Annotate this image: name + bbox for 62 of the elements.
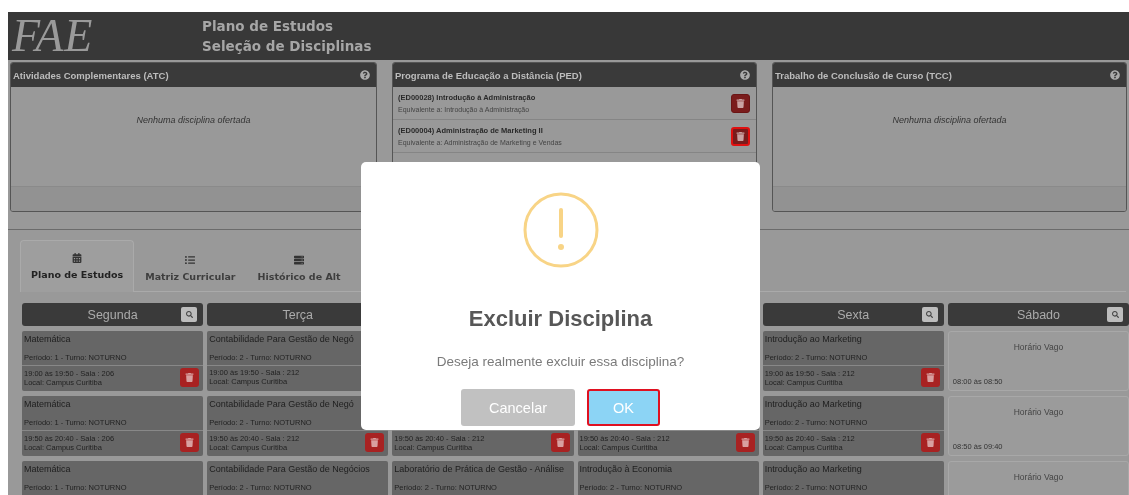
trash-icon: [736, 98, 745, 108]
dialog-title: Excluir Disciplina: [468, 306, 653, 332]
list-icon: [185, 255, 196, 265]
help-icon[interactable]: [740, 70, 750, 80]
course-title: Introdução ao Marketing: [764, 334, 863, 344]
search-button[interactable]: [181, 307, 198, 322]
page-subtitle: Seleção de Disciplinas: [202, 37, 372, 56]
delete-button[interactable]: [180, 433, 200, 452]
day-name: Sábado: [1016, 307, 1060, 322]
search-icon: [1111, 311, 1119, 318]
panel-title: Programa de Educação a Distância (PED): [395, 69, 582, 81]
trash-icon: [925, 438, 935, 447]
day-name: Segunda: [87, 307, 138, 322]
day-name: Terça: [282, 307, 314, 322]
delete-button[interactable]: [550, 433, 570, 452]
trash-icon: [736, 131, 745, 141]
course-title: Matemática: [24, 399, 72, 409]
delete-button[interactable]: [920, 368, 940, 387]
delete-button[interactable]: [365, 433, 385, 452]
panel-title: Atividades Complementares (ATC): [13, 69, 169, 81]
trash-icon: [185, 373, 195, 382]
course-title: Laboratório de Prática de Gestão - Análise: [394, 464, 565, 474]
free-slot-label: Horário Vago: [1012, 472, 1065, 483]
delete-button[interactable]: [731, 126, 750, 146]
free-slot-label: Horário Vago: [1012, 342, 1065, 353]
tab[interactable]: Histórico de Alt: [246, 245, 352, 291]
free-slot-label: Horário Vago: [1012, 407, 1065, 418]
course-title: Contabilidade Para Gestão de Negócios: [209, 464, 371, 474]
panel-title: Trabalho de Conclusão de Curso (TCC): [775, 69, 952, 81]
course-title: Introdução ao Marketing: [764, 399, 863, 409]
course-title: Introdução à Economia: [579, 464, 674, 474]
delete-button[interactable]: [731, 93, 750, 113]
trash-icon: [925, 373, 935, 382]
trash-icon: [555, 438, 565, 447]
dialog-message: Deseja realmente excluir essa disciplina?: [436, 354, 685, 369]
trash-icon: [370, 438, 380, 447]
course-title: Matemática: [24, 334, 72, 344]
help-icon[interactable]: [1110, 70, 1120, 80]
tab[interactable]: Matriz Curricular: [134, 245, 247, 291]
trash-icon: [740, 438, 750, 447]
stacked-bars-icon: [294, 255, 305, 265]
warning-icon: [522, 192, 599, 268]
tab[interactable]: Plano de Estudos: [20, 240, 135, 292]
search-icon: [185, 311, 193, 318]
delete-button[interactable]: [920, 433, 940, 452]
help-icon[interactable]: [360, 70, 370, 80]
page-title: Plano de Estudos: [202, 17, 335, 36]
course-title: Introdução ao Marketing: [764, 464, 863, 474]
search-button[interactable]: [1107, 307, 1124, 322]
course-title: Contabilidade Para Gestão de Negó: [209, 334, 355, 344]
calendar-icon: [72, 253, 83, 263]
delete-button[interactable]: [180, 368, 200, 387]
day-name: Sexta: [837, 307, 870, 322]
empty-message: Nenhuma disciplina ofertada: [135, 115, 252, 125]
delete-button[interactable]: [735, 433, 755, 452]
search-button[interactable]: [921, 307, 938, 322]
search-icon: [926, 311, 934, 318]
course-title: Contabilidade Para Gestão de Negó: [209, 399, 355, 409]
logo: FAE: [12, 13, 95, 59]
empty-message: Nenhuma disciplina ofertada: [891, 115, 1008, 125]
course-title: Matemática: [24, 464, 72, 474]
trash-icon: [185, 438, 195, 447]
